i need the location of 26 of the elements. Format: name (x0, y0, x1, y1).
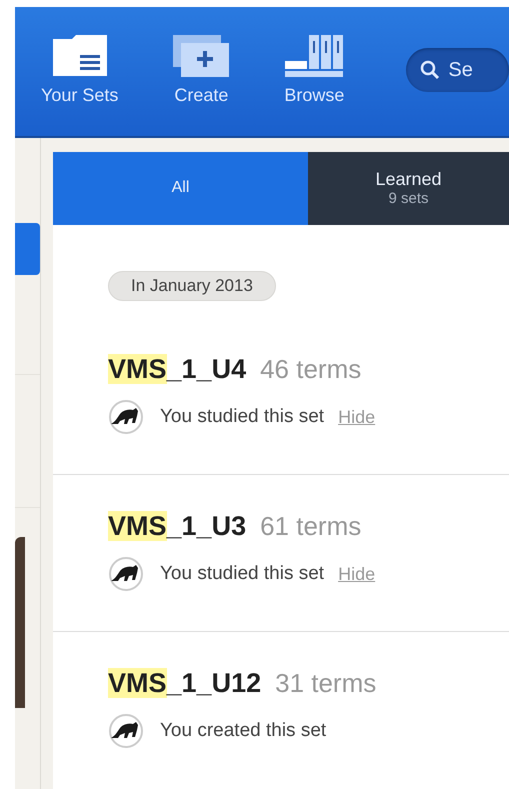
panther-icon (108, 713, 144, 749)
hide-link[interactable]: Hide (338, 564, 376, 584)
date-group-label: In January 2013 (108, 270, 276, 301)
set-title-link[interactable]: VMS_1_U4 (108, 354, 246, 385)
term-count: 31 terms (275, 668, 376, 699)
hide-link[interactable]: Hide (338, 406, 376, 428)
set-title-link[interactable]: VMS_1_U12 (108, 668, 262, 699)
add-cards-icon (173, 35, 230, 77)
search-field[interactable]: Se (406, 48, 509, 92)
activity-text: You created this set (160, 720, 326, 742)
panther-icon (108, 556, 144, 592)
filter-tab[interactable]: Learned 9 sets (308, 152, 509, 225)
nav-link[interactable]: Create (173, 35, 230, 106)
nav-link[interactable]: Your Sets (41, 35, 118, 106)
search-icon (420, 60, 440, 80)
bookshelf-icon (285, 35, 344, 77)
activity-text: You studied this set (160, 563, 324, 585)
panther-icon (108, 399, 144, 435)
nav-link[interactable]: Browse (284, 35, 344, 106)
set-title-link[interactable]: VMS_1_U3 (108, 511, 246, 542)
folder-icon (52, 35, 108, 77)
activity-text: You studied this set (160, 406, 324, 428)
term-count: 61 terms (260, 511, 362, 542)
filter-tab[interactable]: All (53, 152, 308, 225)
term-count: 46 terms (260, 354, 362, 385)
sidebar-item[interactable] (15, 223, 40, 275)
